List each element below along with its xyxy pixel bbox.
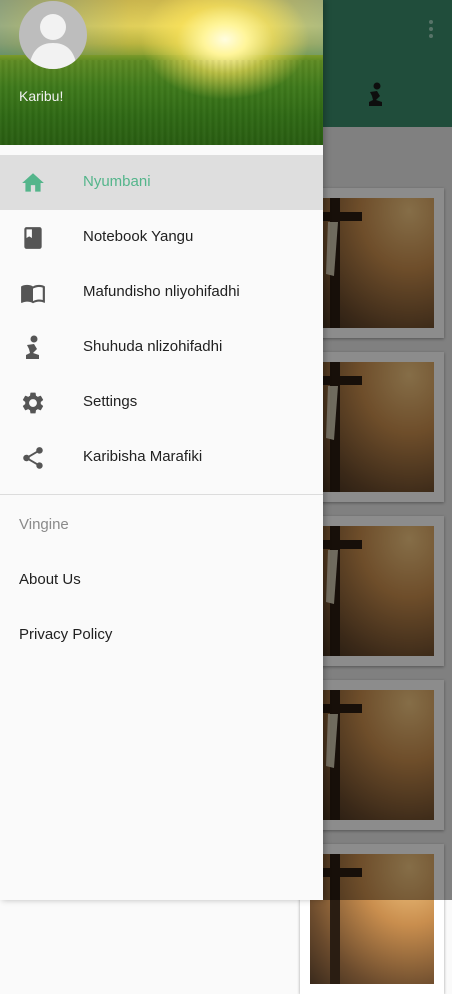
drawer-menu: Nyumbani Notebook Yangu Mafundisho nliyo…: [0, 155, 323, 485]
privacy-policy-link[interactable]: Privacy Policy: [19, 626, 112, 643]
drawer-item-label: Notebook Yangu: [83, 228, 194, 245]
section-title: Vingine: [19, 516, 69, 533]
drawer-item-label: Settings: [83, 393, 138, 410]
drawer-item-nyumbani[interactable]: Nyumbani: [0, 155, 323, 210]
drawer-header: Karibu!: [0, 0, 323, 145]
drawer-divider: [0, 494, 323, 495]
gear-icon: [20, 390, 46, 416]
drawer-item-label: Shuhuda nlizohifadhi: [83, 338, 223, 355]
avatar[interactable]: [19, 1, 87, 69]
about-us-link[interactable]: About Us: [19, 571, 81, 588]
drawer-item-notebook[interactable]: Notebook Yangu: [0, 210, 323, 265]
drawer-item-shuhuda[interactable]: Shuhuda nlizohifadhi: [0, 320, 323, 375]
notebook-icon: [20, 225, 46, 251]
drawer-item-label: Karibisha Marafiki: [83, 448, 203, 465]
drawer-item-mafundisho[interactable]: Mafundisho nliyohifadhi: [0, 265, 323, 320]
drawer-item-settings[interactable]: Settings: [0, 375, 323, 430]
share-icon: [20, 445, 46, 471]
navigation-drawer: Karibu! Nyumbani Notebook Yangu Mafundis…: [0, 0, 323, 900]
home-icon: [20, 170, 46, 196]
drawer-item-label: Nyumbani: [83, 173, 151, 190]
welcome-text: Karibu!: [19, 88, 64, 104]
book-open-icon: [20, 280, 46, 306]
drawer-item-share[interactable]: Karibisha Marafiki: [0, 430, 323, 485]
praying-person-icon: [20, 335, 46, 361]
drawer-item-label: Mafundisho nliyohifadhi: [83, 283, 240, 300]
